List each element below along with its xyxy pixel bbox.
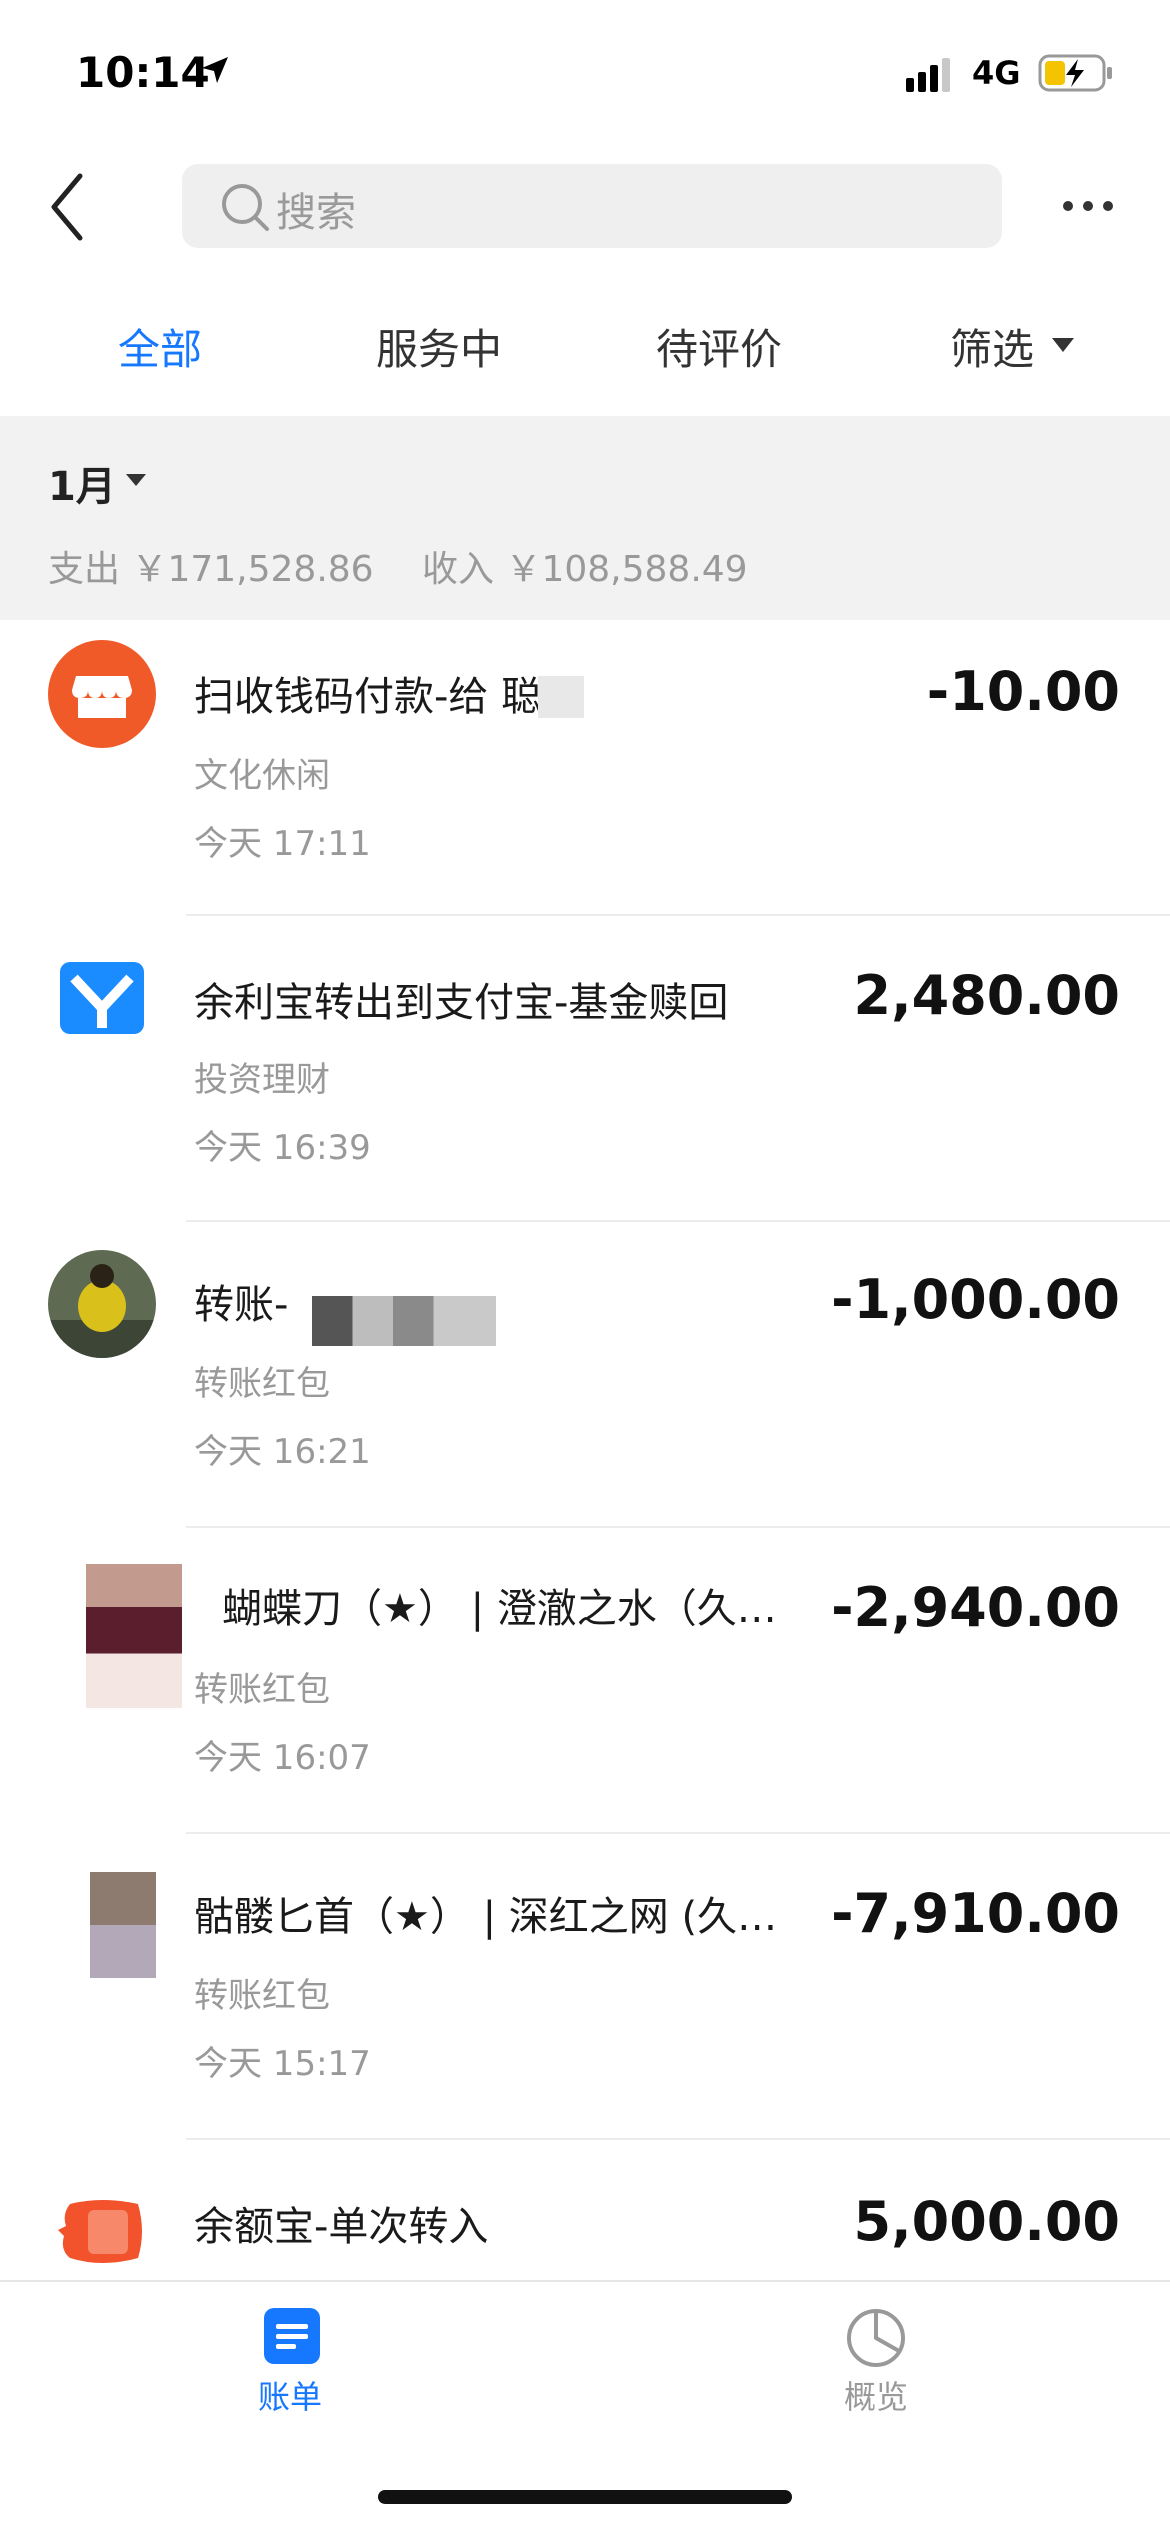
transaction-amount: -7,910.00 [831, 1882, 1120, 1945]
transaction-title: 蝴蝶刀（★） | 澄澈之水（久… [222, 1586, 777, 1632]
privacy-mask [538, 676, 584, 718]
transaction-time: 今天 15:17 [194, 2044, 371, 2084]
transaction-title: 骷髅匕首（★） | 深红之网 (久… [194, 1894, 778, 1940]
contact-avatar [86, 1564, 182, 1708]
status-time: 10:14 [76, 48, 210, 97]
network-label: 4G [972, 54, 1021, 92]
yulibao-logo-icon [60, 962, 144, 1034]
tab-filter[interactable]: 筛选 [950, 316, 1034, 377]
transaction-category: 文化休闲 [194, 756, 330, 796]
bill-icon[interactable] [262, 2306, 322, 2366]
transaction-title: 转账- [194, 1282, 289, 1328]
transaction-amount: 5,000.00 [853, 2190, 1120, 2253]
contact-avatar [48, 1250, 156, 1358]
battery-icon [1038, 54, 1112, 92]
tab-all[interactable]: 全部 [118, 316, 202, 377]
transaction-category: 转账红包 [194, 1670, 330, 1710]
tab-in-service[interactable]: 服务中 [376, 316, 502, 377]
more-icon[interactable] [1060, 196, 1116, 216]
divider [186, 914, 1170, 916]
income-total: 收入 ￥108,588.49 [422, 549, 748, 590]
search-placeholder: 搜索 [276, 190, 356, 236]
transaction-time: 今天 16:07 [194, 1738, 371, 1778]
pie-chart-icon[interactable] [844, 2306, 908, 2370]
transaction-amount: -2,940.00 [831, 1576, 1120, 1639]
back-arrow-icon[interactable] [44, 170, 94, 244]
transaction-title: 扫收钱码付款-给 聪 [194, 674, 542, 720]
privacy-mask [312, 1296, 496, 1346]
expense-total: 支出 ￥171,528.86 [48, 549, 374, 590]
transaction-title: 余利宝转出到支付宝-基金赎回 [194, 980, 729, 1026]
transaction-category: 投资理财 [194, 1060, 330, 1100]
nav-overview-label[interactable]: 概览 [844, 2372, 908, 2418]
divider [186, 2138, 1170, 2140]
caret-down-icon [1052, 338, 1074, 352]
yuebao-logo-icon [58, 2200, 142, 2263]
transaction-title: 余额宝-单次转入 [194, 2204, 489, 2250]
caret-down-icon [126, 474, 146, 486]
transaction-category: 转账红包 [194, 1976, 330, 2016]
transaction-time: 今天 16:39 [194, 1128, 371, 1168]
tab-to-review[interactable]: 待评价 [656, 316, 782, 377]
search-icon [222, 184, 269, 231]
transaction-amount: 2,480.00 [853, 964, 1120, 1027]
signal-icon [906, 58, 950, 92]
transaction-amount: -1,000.00 [831, 1268, 1120, 1331]
contact-avatar [90, 1872, 156, 1978]
location-arrow-icon [202, 57, 228, 83]
divider [186, 1526, 1170, 1528]
nav-bill-label[interactable]: 账单 [258, 2372, 322, 2418]
transaction-amount: -10.00 [926, 660, 1120, 723]
divider [186, 1832, 1170, 1834]
transaction-time: 今天 17:11 [194, 824, 371, 864]
transaction-time: 今天 16:21 [194, 1432, 371, 1472]
transaction-category: 转账红包 [194, 1364, 330, 1404]
home-indicator [378, 2490, 792, 2504]
month-selector[interactable]: 1月 [48, 454, 116, 512]
merchant-store-icon [48, 640, 156, 748]
divider [186, 1220, 1170, 1222]
